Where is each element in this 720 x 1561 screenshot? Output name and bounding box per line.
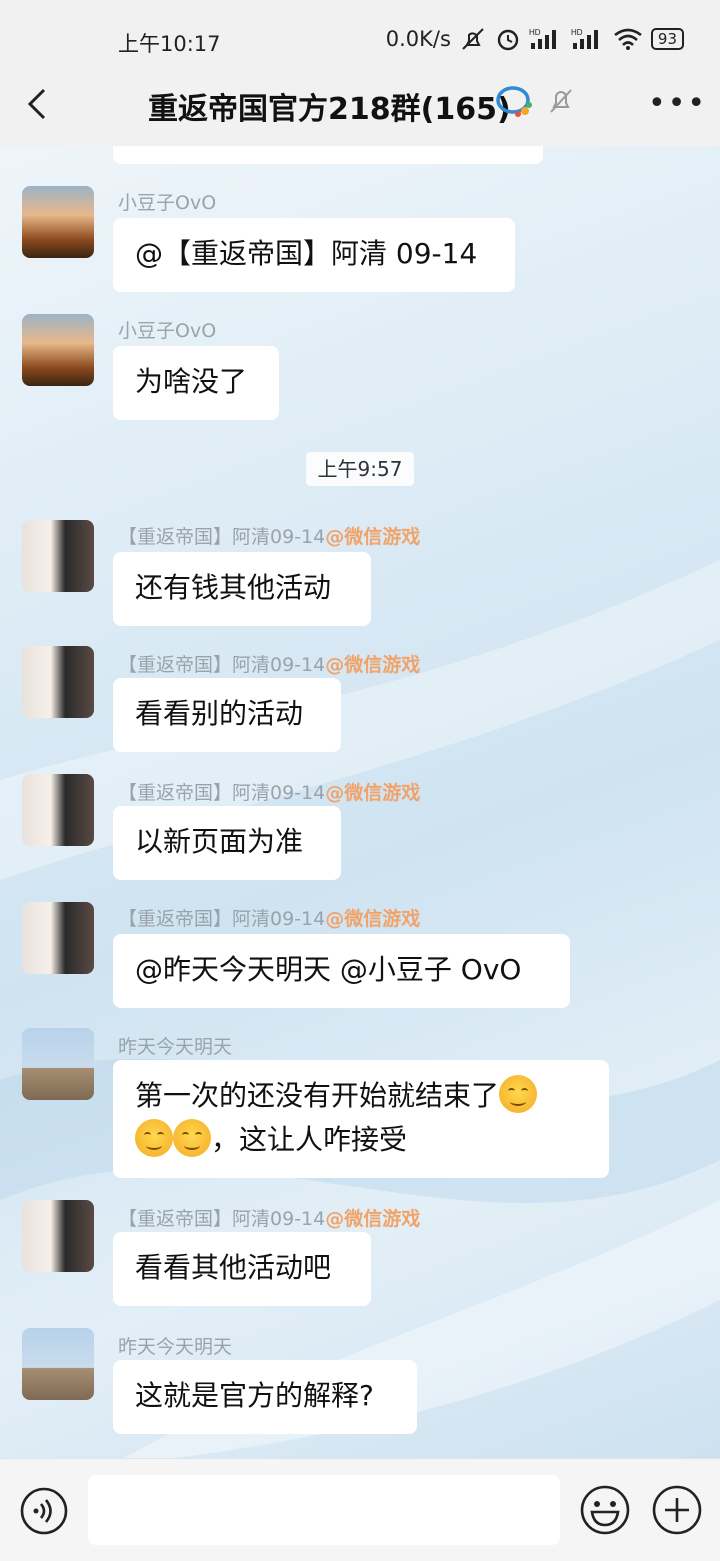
message-bubble[interactable]: 看看别的活动 [113, 678, 341, 752]
avatar[interactable] [22, 902, 94, 974]
avatar[interactable] [22, 1028, 94, 1100]
nav-bar: 重返帝国官方218群(165) ••• [0, 66, 720, 142]
alarm-icon [497, 29, 519, 51]
status-time: 上午10:17 [118, 32, 221, 56]
top-bar: 上午10:17 0.0K/s HD HD 93 重返帝国官方218群(165) … [0, 0, 720, 146]
status-bar: 上午10:17 0.0K/s HD HD 93 [0, 14, 720, 56]
avatar[interactable] [22, 1200, 94, 1272]
message-bubble[interactable]: 还有钱其他活动 [113, 552, 371, 626]
more-icon[interactable]: ••• [648, 86, 707, 121]
input-bar [0, 1458, 720, 1561]
sender-name: 【重返帝国】阿清09-14@微信游戏 [118, 654, 421, 676]
wecom-icon [496, 86, 532, 117]
message-bubble[interactable]: 第一次的还没有开始就结束了 ，这让人咋接受 [113, 1060, 609, 1178]
network-speed: 0.0K/s [385, 27, 451, 51]
message-bubble[interactable]: @【重返帝国】阿清 09-14 [113, 218, 515, 292]
sender-name: 【重返帝国】阿清09-14@微信游戏 [118, 1208, 421, 1230]
chat-timestamp: 上午9:57 [306, 452, 414, 486]
sender-name: 【重返帝国】阿清09-14@微信游戏 [118, 782, 421, 804]
sender-name: 小豆子OvO [118, 320, 217, 342]
message-bubble[interactable]: 看看其他活动吧 [113, 1232, 371, 1306]
message-bubble[interactable]: @昨天今天明天 @小豆子 OvO [113, 934, 570, 1008]
status-icons: 0.0K/s HD HD 93 [386, 26, 684, 52]
message-bubble[interactable]: 这就是官方的解释? [113, 1360, 417, 1434]
signal-icon: HD [529, 28, 556, 49]
smile-emoji-icon [135, 1119, 173, 1157]
page-title: 重返帝国官方218群(165) [148, 92, 511, 127]
sender-name: 【重返帝国】阿清09-14@微信游戏 [118, 526, 421, 548]
avatar[interactable] [22, 520, 94, 592]
emoji-icon[interactable] [580, 1485, 630, 1535]
avatar[interactable] [22, 186, 94, 258]
smile-emoji-icon [499, 1075, 538, 1113]
signal-icon-2: HD [571, 28, 598, 49]
svg-text:HD: HD [571, 28, 583, 37]
message-bubble[interactable]: 为啥没了 [113, 346, 279, 420]
smile-emoji-icon [173, 1119, 211, 1157]
sender-name: 昨天今天明天 [118, 1036, 233, 1058]
message-bubble[interactable]: 以新页面为准 [113, 806, 341, 880]
battery-indicator: 93 [650, 28, 684, 50]
mute-icon [462, 28, 484, 50]
svg-text:HD: HD [529, 28, 541, 37]
sender-name: 昨天今天明天 [118, 1336, 233, 1358]
sender-name: 小豆子OvO [118, 192, 217, 214]
back-arrow-icon[interactable] [20, 82, 60, 126]
message-input[interactable] [88, 1475, 560, 1545]
sender-name: 【重返帝国】阿清09-14@微信游戏 [118, 908, 421, 930]
avatar[interactable] [22, 774, 94, 846]
avatar[interactable] [22, 1328, 94, 1400]
voice-icon[interactable] [20, 1487, 68, 1535]
mute-bell-icon [550, 89, 572, 113]
wifi-icon [614, 28, 642, 50]
avatar[interactable] [22, 646, 94, 718]
chat-list[interactable]: 小豆子OvO @【重返帝国】阿清 09-14 小豆子OvO 为啥没了 上午9:5… [0, 146, 720, 1458]
plus-icon[interactable] [652, 1485, 702, 1535]
partial-message-bubble[interactable] [113, 146, 543, 164]
avatar[interactable] [22, 314, 94, 386]
